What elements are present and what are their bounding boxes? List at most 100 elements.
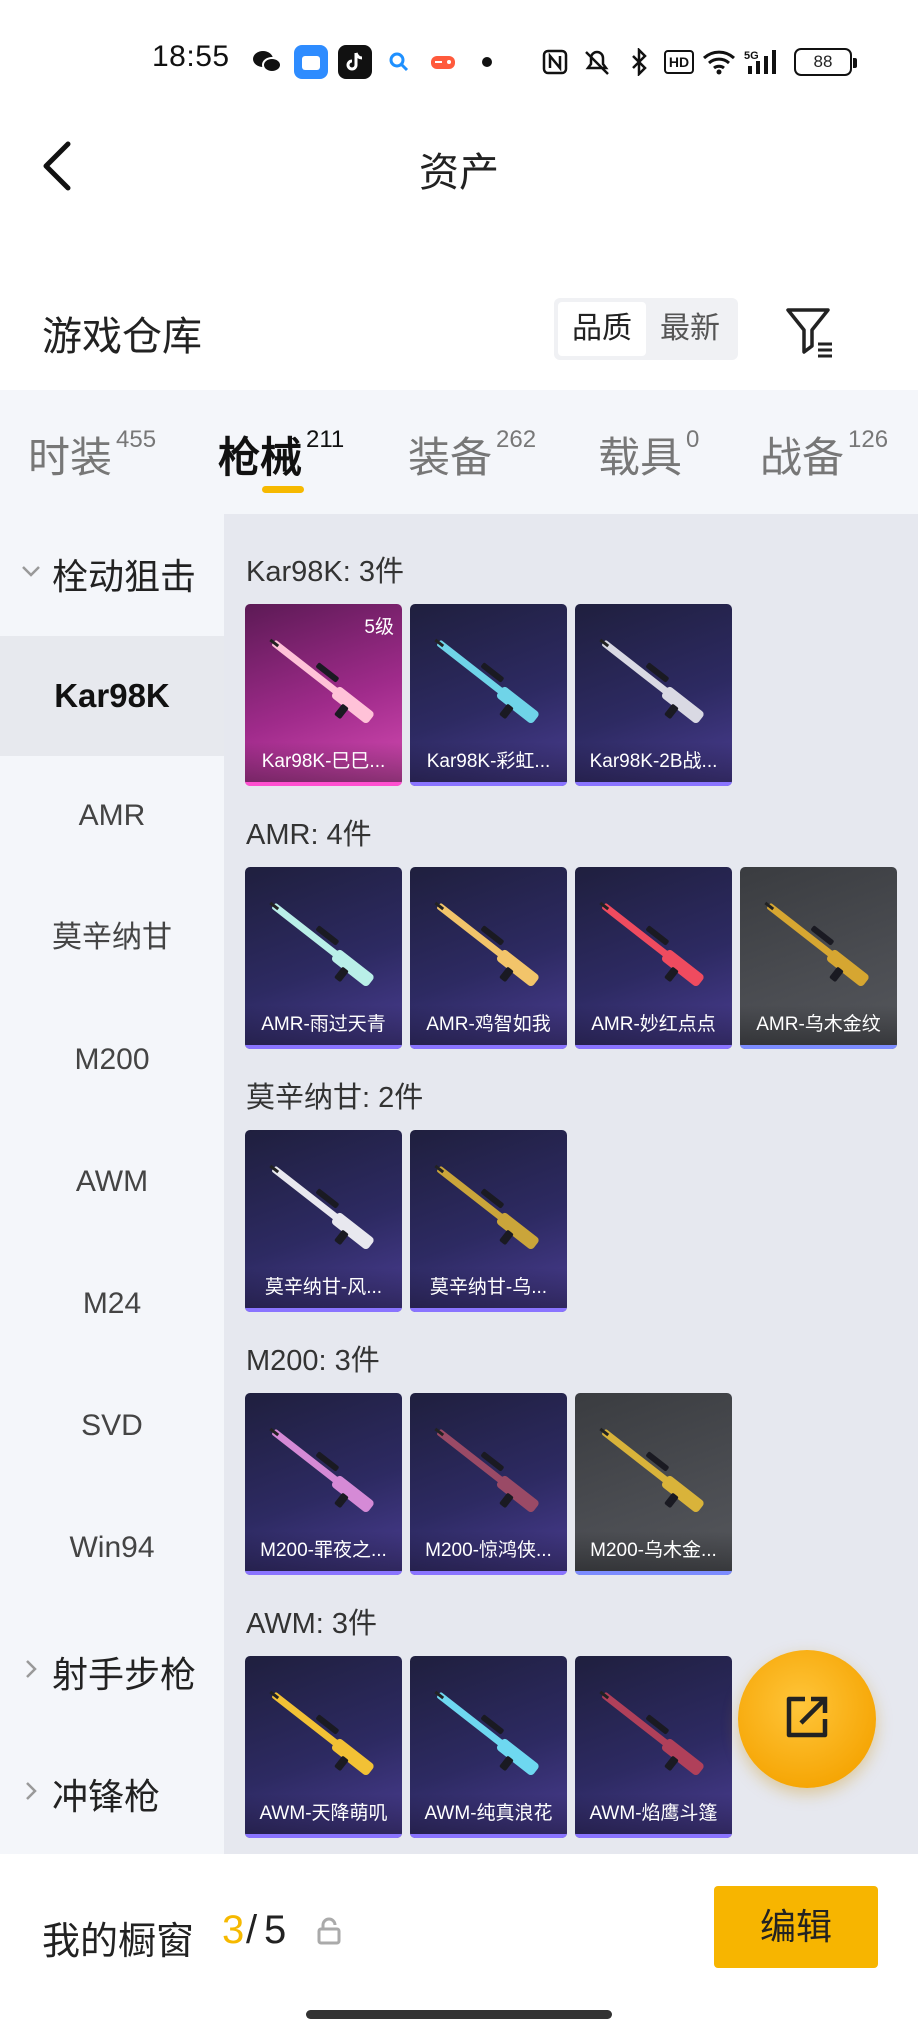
chevron-right-icon [20,1780,42,1808]
tab-supplies[interactable]: 战备 126 [760,424,888,485]
wechat-icon [250,45,284,79]
sidebar-group-smg[interactable]: 冲锋枪 [0,1734,224,1854]
sidebar-item-mosin[interactable]: 莫辛纳甘 [0,878,224,998]
tab-gear[interactable]: 装备 262 [408,424,536,485]
tab-count: 211 [306,426,345,453]
tab-guns[interactable]: 枪械 211 [218,424,344,485]
sidebar-group-marksman[interactable]: 射手步枪 [0,1612,224,1732]
search-app-icon [382,45,416,79]
rarity-bar [245,1571,402,1575]
gun-icon [585,1674,722,1796]
skin-card[interactable]: 莫辛纳甘-乌... [410,1130,567,1312]
gun-skin-image [434,1427,539,1513]
gun-icon [420,1674,557,1796]
skin-name: 莫辛纳甘-乌... [410,1268,567,1308]
group-title: AMR: 4件 [246,819,372,851]
skin-name: Kar98K-巳巳... [245,742,402,782]
sidebar-item-m24[interactable]: M24 [0,1244,224,1364]
sidebar-item-svd[interactable]: SVD [0,1366,224,1486]
sort-segmented-control: 品质 最新 [554,298,738,360]
gun-icon [585,1411,722,1533]
app-screen: 18:55 HD 5G 88 资产 游戏仓库 品质 最新 时装 455 枪械 2… [0,0,918,2040]
gun-icon [750,885,887,1007]
gun-icon [420,885,557,1007]
skin-card[interactable]: AMR-鸡智如我 [410,867,567,1049]
skin-card[interactable]: AWM-天降萌叽 [245,1656,402,1838]
showcase-bar: 我的橱窗 3 / 5 编辑 [0,1856,918,2040]
rarity-bar [245,782,402,786]
sidebar-group-bolt-action[interactable]: 栓动狙击 [0,514,224,634]
skin-card[interactable]: AMR-乌木金纹 [740,867,897,1049]
system-icons: HD 5G 88 [538,44,857,80]
notification-icons [250,44,514,80]
sidebar-group-label: 栓动狙击 [52,556,197,597]
skin-card[interactable]: 莫辛纳甘-风... [245,1130,402,1312]
skin-card[interactable]: AWM-纯真浪花 [410,1656,567,1838]
tab-label: 时装 [28,434,113,481]
sort-option-quality[interactable]: 品质 [558,302,646,356]
rarity-bar [575,1571,732,1575]
level-badge: 5级 [364,617,394,638]
rarity-bar [245,1834,402,1838]
svg-text:5G: 5G [744,50,759,62]
sidebar-item-win94[interactable]: Win94 [0,1488,224,1608]
sidebar-item-m200[interactable]: M200 [0,1000,224,1120]
gun-icon [255,885,392,1007]
page-title: 资产 [419,151,499,195]
skin-name: AMR-鸡智如我 [410,1005,567,1045]
gun-skin-image [434,638,539,724]
skin-card[interactable]: AMR-雨过天青 [245,867,402,1049]
skin-card[interactable]: M200-惊鸿侠... [410,1393,567,1575]
lock-icon [316,1916,342,1946]
mute-icon [580,45,614,79]
gun-skin-image [599,638,704,724]
rarity-bar [410,1308,567,1312]
gun-icon [255,1148,392,1270]
status-time: 18:55 [152,40,230,73]
skin-name: AWM-天降萌叽 [245,1794,402,1834]
home-indicator [306,2010,612,2019]
sort-option-latest[interactable]: 最新 [646,302,734,356]
skin-card[interactable]: AWM-焰鹰斗篷 [575,1656,732,1838]
title-bar: 资产 [0,120,918,208]
chevron-right-icon [20,1658,42,1686]
skin-card[interactable]: Kar98K-彩虹... [410,604,567,786]
tab-vehicles[interactable]: 载具 0 [598,424,699,485]
sidebar-item-kar98k[interactable]: Kar98K [0,636,224,756]
rarity-bar [575,782,732,786]
rarity-bar [740,1045,897,1049]
tiktok-icon [338,45,372,79]
edit-button[interactable]: 编辑 [714,1886,878,1968]
skin-card[interactable]: M200-罪夜之... [245,1393,402,1575]
skin-card[interactable]: 5级 Kar98K-巳巳... [245,604,402,786]
group-title: M200: 3件 [246,1345,380,1377]
skin-name: AWM-焰鹰斗篷 [575,1794,732,1834]
tab-count: 455 [116,426,157,453]
tab-fashion[interactable]: 时装 455 [28,424,156,485]
rarity-bar [245,1308,402,1312]
rarity-bar [575,1834,732,1838]
skin-name: AMR-雨过天青 [245,1005,402,1045]
warehouse-header: 游戏仓库 品质 最新 [0,280,918,380]
gun-skin-image [434,1164,539,1250]
tab-count: 0 [686,426,700,453]
filter-icon[interactable] [780,300,840,360]
active-tab-indicator [262,486,304,493]
wifi-icon [702,45,736,79]
sidebar-item-awm[interactable]: AWM [0,1122,224,1242]
gun-icon [255,1411,392,1533]
showcase-separator: / [246,1908,258,1952]
gun-skin-image [599,1690,704,1776]
share-export-icon [777,1687,837,1752]
skin-card[interactable]: M200-乌木金... [575,1393,732,1575]
sidebar-item-amr[interactable]: AMR [0,756,224,876]
skin-name: AWM-纯真浪花 [410,1794,567,1834]
gun-skin-image [269,638,374,724]
share-button[interactable] [738,1650,876,1788]
rarity-bar [410,1045,567,1049]
hd-icon: HD [664,50,694,74]
skin-card[interactable]: Kar98K-2B战... [575,604,732,786]
rarity-bar [575,1045,732,1049]
app-icon [294,45,328,79]
skin-card[interactable]: AMR-妙红点点 [575,867,732,1049]
